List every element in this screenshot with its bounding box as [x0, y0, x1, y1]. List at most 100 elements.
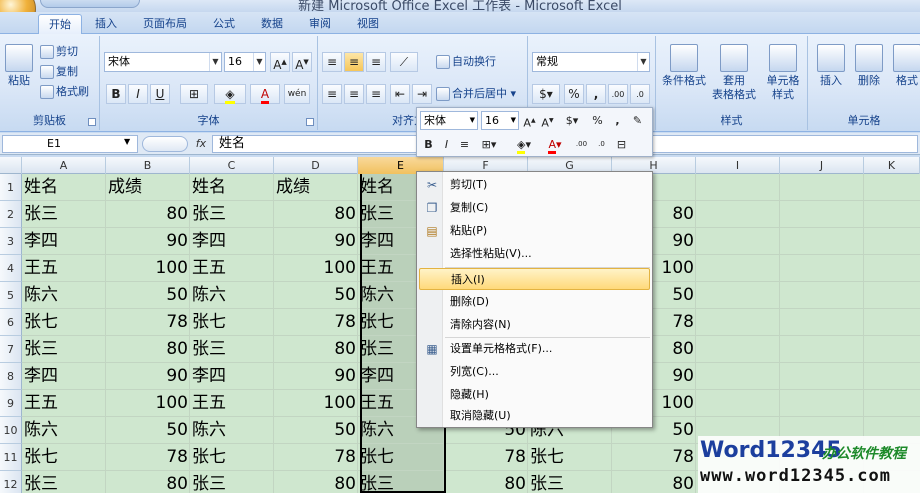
mini-percent-button[interactable]: %	[589, 111, 606, 130]
cell-b5[interactable]: 50	[106, 282, 190, 309]
underline-button[interactable]: U	[150, 84, 170, 104]
tab-formulas[interactable]: 公式	[204, 14, 244, 34]
currency-button[interactable]: $▾	[532, 84, 560, 104]
formula-bar-resize-handle[interactable]	[142, 136, 188, 152]
cell-a10[interactable]: 陈六	[22, 417, 106, 444]
cell-b11[interactable]: 78	[106, 444, 190, 471]
italic-button[interactable]: I	[128, 84, 148, 104]
cell-d9[interactable]: 100	[274, 390, 358, 417]
quick-access-toolbar[interactable]	[40, 0, 140, 8]
bold-button[interactable]: B	[106, 84, 126, 104]
align-left-button[interactable]: ≡	[322, 84, 342, 104]
font-name-combo[interactable]: 宋体 ▼	[104, 52, 222, 72]
cell-d8[interactable]: 90	[274, 363, 358, 390]
align-middle-button[interactable]: ≡	[344, 52, 364, 72]
tab-data[interactable]: 数据	[252, 14, 292, 34]
column-header-i[interactable]: I	[696, 157, 780, 174]
row-header-1[interactable]: 1	[0, 174, 22, 201]
menu-item-column-width[interactable]: 列宽(C)...	[419, 361, 650, 383]
menu-item-clear-contents[interactable]: 清除内容(N)	[419, 314, 650, 336]
mini-bold-button[interactable]: B	[420, 135, 437, 154]
cell-c2[interactable]: 张三	[190, 201, 274, 228]
cell-c9[interactable]: 王五	[190, 390, 274, 417]
cell-b2[interactable]: 80	[106, 201, 190, 228]
row-header-4[interactable]: 4	[0, 255, 22, 282]
cell-a1[interactable]: 姓名	[22, 174, 106, 201]
delete-cells-button[interactable]: 删除	[852, 44, 886, 88]
row-header-5[interactable]: 5	[0, 282, 22, 309]
decrease-decimal-button[interactable]: .0	[630, 84, 650, 104]
mini-currency-button[interactable]: $▾	[559, 111, 585, 130]
align-right-button[interactable]: ≡	[366, 84, 386, 104]
menu-item-format-cells[interactable]: ▦ 设置单元格格式(F)...	[419, 338, 650, 360]
align-top-button[interactable]: ≡	[322, 52, 342, 72]
cell-c8[interactable]: 李四	[190, 363, 274, 390]
select-all-corner[interactable]	[0, 157, 22, 174]
cell-a8[interactable]: 李四	[22, 363, 106, 390]
menu-item-cut[interactable]: ✂ 剪切(T)	[419, 174, 650, 196]
percent-button[interactable]: %	[564, 84, 584, 104]
increase-decimal-button[interactable]: .00	[608, 84, 628, 104]
tab-home[interactable]: 开始	[38, 14, 82, 35]
cell-a7[interactable]: 张三	[22, 336, 106, 363]
cell-b8[interactable]: 90	[106, 363, 190, 390]
number-format-combo[interactable]: 常规 ▼	[532, 52, 650, 72]
cell-d7[interactable]: 80	[274, 336, 358, 363]
cell-b6[interactable]: 78	[106, 309, 190, 336]
align-center-button[interactable]: ≡	[344, 84, 364, 104]
borders-button[interactable]: ⊞	[180, 84, 208, 104]
format-as-table-button[interactable]: 套用 表格格式	[710, 44, 758, 102]
tab-page-layout[interactable]: 页面布局	[132, 14, 198, 34]
tab-review[interactable]: 审阅	[300, 14, 340, 34]
menu-item-copy[interactable]: ❐ 复制(C)	[419, 197, 650, 219]
chevron-down-icon[interactable]: ▼	[124, 137, 130, 146]
cell-d6[interactable]: 78	[274, 309, 358, 336]
cell-a2[interactable]: 张三	[22, 201, 106, 228]
cell-b10[interactable]: 50	[106, 417, 190, 444]
column-header-c[interactable]: C	[190, 157, 274, 174]
mini-borders-button[interactable]: ⊞▾	[476, 135, 502, 154]
font-size-combo[interactable]: 16 ▼	[224, 52, 266, 72]
cell-d11[interactable]: 78	[274, 444, 358, 471]
tab-insert[interactable]: 插入	[86, 14, 126, 34]
column-header-k[interactable]: K	[864, 157, 920, 174]
format-painter-button[interactable]: 格式刷	[40, 82, 89, 102]
menu-item-delete[interactable]: 删除(D)	[419, 291, 650, 313]
format-cells-button[interactable]: 格式	[890, 44, 920, 88]
mini-merge-button[interactable]: ⊟	[613, 135, 630, 154]
mini-comma-button[interactable]: ,	[609, 111, 626, 130]
cell-b1[interactable]: 成绩	[106, 174, 190, 201]
font-launcher-icon[interactable]	[306, 118, 314, 126]
mini-increase-decimal-button[interactable]: .00	[573, 135, 590, 154]
cell-d12[interactable]: 80	[274, 471, 358, 493]
column-header-a[interactable]: A	[22, 157, 106, 174]
cell-d4[interactable]: 100	[274, 255, 358, 282]
orientation-button[interactable]: ⟋	[390, 52, 418, 72]
cell-a6[interactable]: 张七	[22, 309, 106, 336]
row-header-6[interactable]: 6	[0, 309, 22, 336]
menu-item-paste-special[interactable]: 选择性粘贴(V)...	[419, 243, 650, 265]
menu-item-unhide[interactable]: 取消隐藏(U)	[419, 405, 650, 427]
cell-f12[interactable]: 80	[444, 471, 528, 493]
cell-a11[interactable]: 张七	[22, 444, 106, 471]
cell-c4[interactable]: 王五	[190, 255, 274, 282]
cell-a4[interactable]: 王五	[22, 255, 106, 282]
mini-font-color-button[interactable]: A▾	[541, 135, 569, 154]
cell-d5[interactable]: 50	[274, 282, 358, 309]
cell-c7[interactable]: 张三	[190, 336, 274, 363]
copy-button[interactable]: 复制	[40, 62, 78, 82]
row-header-3[interactable]: 3	[0, 228, 22, 255]
cell-g12[interactable]: 张三	[528, 471, 612, 493]
column-header-b[interactable]: B	[106, 157, 190, 174]
cell-f11[interactable]: 78	[444, 444, 528, 471]
mini-center-button[interactable]: ≡	[456, 135, 473, 154]
shrink-font-button[interactable]: A▼	[292, 52, 312, 72]
cell-c11[interactable]: 张七	[190, 444, 274, 471]
grow-font-button[interactable]: A▲	[270, 52, 290, 72]
align-bottom-button[interactable]: ≡	[366, 52, 386, 72]
cell-d10[interactable]: 50	[274, 417, 358, 444]
cell-c6[interactable]: 张七	[190, 309, 274, 336]
row-header-10[interactable]: 10	[0, 417, 22, 444]
comma-button[interactable]: ,	[586, 84, 606, 104]
cell-styles-button[interactable]: 单元格 样式	[760, 44, 806, 102]
